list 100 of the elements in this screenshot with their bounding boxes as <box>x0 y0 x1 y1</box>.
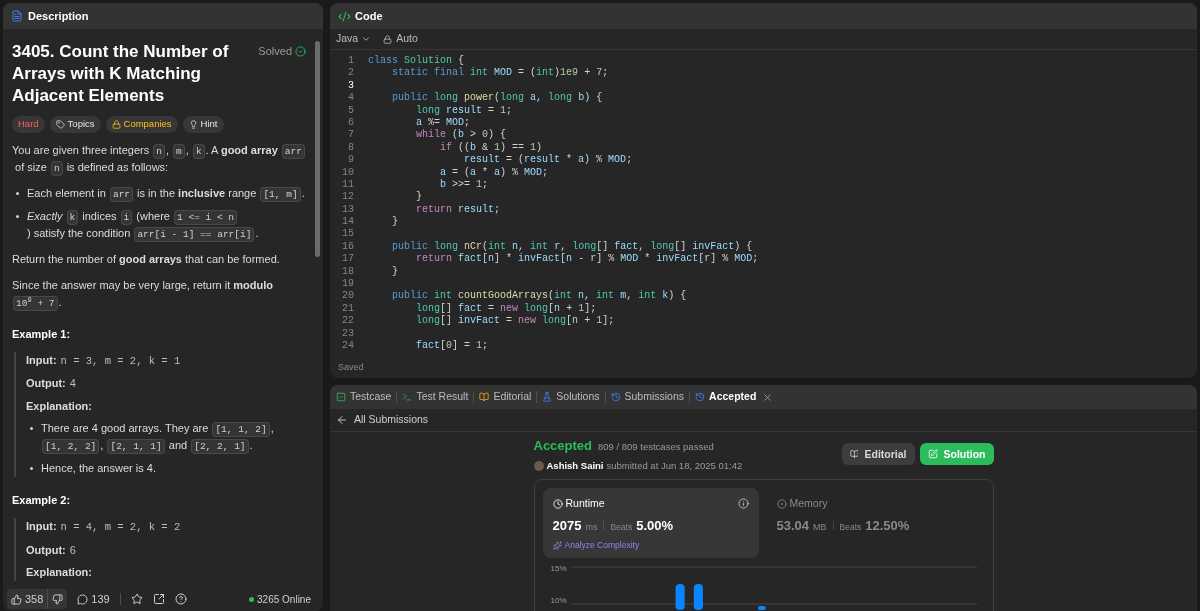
bullet-icon <box>16 215 19 218</box>
paragraph-text: Since the answer may be very large, return it modulo <box>12 278 275 293</box>
auto-mode-button[interactable]: Auto <box>383 31 418 47</box>
check-icon <box>295 45 306 57</box>
paragraph-text: . <box>58 295 62 310</box>
inline-code: i <box>120 210 133 225</box>
flask-icon <box>542 392 553 402</box>
avatar <box>533 460 544 471</box>
metric-label: Runtime <box>565 495 605 511</box>
circle-dot-icon <box>776 498 787 509</box>
paragraph-text: Exactly <box>27 209 64 224</box>
metric-card[interactable]: Runtime 2075 ms Beats 5.00% Analyze Complexity <box>542 487 759 558</box>
paragraph-text: Each element in <box>27 186 107 201</box>
line-number: 4 <box>347 92 355 105</box>
panel-tab[interactable]: Submissions <box>610 389 685 405</box>
inline-code: [1, m] <box>260 187 301 202</box>
axis-label: 15% <box>550 563 567 574</box>
inline-code: arr[i - 1] == arr[i] <box>134 227 255 242</box>
tag-chip[interactable]: Hint <box>182 116 224 133</box>
line-number: 10 <box>341 166 355 179</box>
metric-card[interactable]: Memory 53.04 MB Beats 12.50% <box>766 487 983 558</box>
example-label: Explanation: <box>26 565 92 580</box>
line-number: 21 <box>341 302 355 316</box>
example-label: Output: <box>26 376 66 392</box>
code-line: } <box>391 216 398 229</box>
pencil-icon <box>927 449 938 460</box>
bullet-icon <box>30 427 33 431</box>
inline-code: arr <box>281 144 305 159</box>
solved-status: Solved <box>258 43 292 59</box>
history-icon <box>610 392 621 402</box>
code-line: a %= MOD; <box>415 116 471 129</box>
code-tab[interactable]: Code <box>355 7 383 25</box>
tag-chip[interactable]: Hard <box>12 116 45 133</box>
book-icon <box>849 449 859 460</box>
paragraph-text: is in the inclusive range <box>136 186 258 201</box>
inline-code: k <box>192 144 205 159</box>
scrollbar[interactable] <box>315 41 320 257</box>
lightbulb-icon <box>188 120 198 129</box>
info-icon[interactable] <box>737 498 749 510</box>
example-heading: Example 2: <box>12 493 72 509</box>
chevron-down-icon <box>361 34 372 44</box>
inline-code: [1, 2, 2] <box>42 439 100 455</box>
panel-tab[interactable]: Accepted <box>695 389 774 405</box>
code-line: } <box>415 191 422 204</box>
language-dropdown[interactable]: Java <box>336 31 372 47</box>
code-line: public long nCr(int n, int r, long[] fact, long[] invFact) { <box>391 240 753 253</box>
checkbox-icon <box>336 392 346 402</box>
code-line: public int countGoodArrays(int n, int m, int k) { <box>391 290 687 303</box>
bullet-icon <box>16 192 19 195</box>
paragraph-text: You are given three integers <box>12 143 151 158</box>
example-label: Explanation: <box>26 398 92 414</box>
paragraph-text: There are 4 good arrays. They are <box>41 421 210 437</box>
paragraph-text: Return the number of good arrays that can be formed. <box>12 252 280 267</box>
share-icon[interactable] <box>152 593 165 605</box>
line-number: 6 <box>347 116 355 130</box>
example-heading: Example 1: <box>12 327 72 342</box>
submitted-time: submitted at Jun 18, 2025 01:42 <box>606 458 743 473</box>
comments-button[interactable]: 139 <box>77 590 110 608</box>
code-line: b >>= 1; <box>439 178 489 192</box>
example-label: Input: <box>26 518 57 534</box>
panel-tab[interactable]: Editorial <box>479 389 532 405</box>
tag-chip[interactable]: Companies <box>105 116 178 133</box>
metric-label: Memory <box>789 495 828 511</box>
code-line: fact[0] = 1; <box>415 340 489 353</box>
paragraph-text: , <box>270 421 275 437</box>
sparkle-icon <box>552 540 562 550</box>
code-line: long result = 1; <box>415 104 513 117</box>
panel-tab[interactable]: Solutions <box>542 389 600 405</box>
line-number: 9 <box>347 154 355 167</box>
author-name[interactable]: Ashish Saini <box>546 458 604 473</box>
metric-value: 53.04 <box>776 516 810 535</box>
close-icon[interactable] <box>762 391 774 403</box>
paragraph-text: . <box>249 438 253 454</box>
beats-label: Beats <box>610 520 633 534</box>
beats-percent: 5.00% <box>636 516 674 535</box>
help-icon[interactable] <box>174 593 187 605</box>
code-line: long[] invFact = new long[n + 1]; <box>415 315 615 328</box>
line-number: 8 <box>347 141 355 155</box>
panel-tab[interactable]: Test Result <box>402 389 469 405</box>
line-number: 18 <box>341 265 355 279</box>
example-value: n = 3, m = 2, k = 1 <box>60 353 181 369</box>
line-number: 12 <box>341 191 355 204</box>
code-line: result = (result * a) % MOD; <box>463 154 633 167</box>
tag-chip[interactable]: Topics <box>49 116 101 133</box>
all-submissions-link[interactable]: All Submissions <box>354 412 429 428</box>
paragraph-text: ) satisfy the condition <box>27 226 132 241</box>
description-tab[interactable]: Description <box>28 7 89 25</box>
line-number: 7 <box>347 129 355 142</box>
inline-code: 1 <= i < n <box>174 210 238 225</box>
analyze-complexity-link[interactable]: Analyze Complexity <box>564 539 640 552</box>
editorial-button[interactable]: Editorial <box>841 443 915 466</box>
paragraph-text: , <box>100 438 105 454</box>
star-icon[interactable] <box>130 593 143 605</box>
panel-tab[interactable]: Testcase <box>336 389 392 405</box>
back-arrow-icon[interactable] <box>336 414 348 426</box>
inline-code: n <box>153 144 165 159</box>
line-number: 1 <box>347 55 355 68</box>
axis-label: 10% <box>550 595 567 606</box>
line-number: 14 <box>341 216 355 229</box>
problem-title: 3405. Count the Number of Arrays with K Matching Adjacent Elements <box>12 41 230 107</box>
